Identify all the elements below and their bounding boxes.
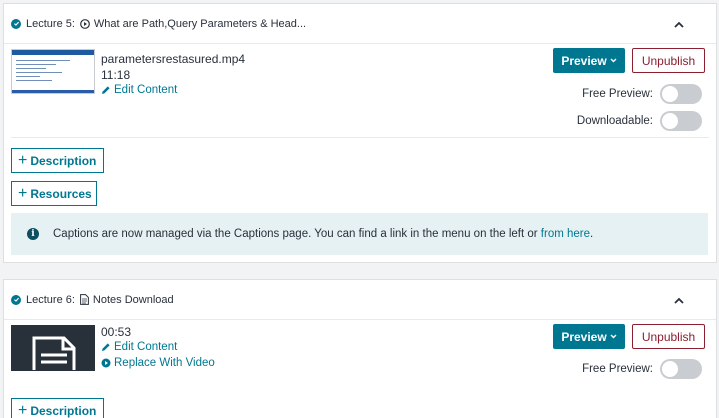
chevron-down-icon (610, 332, 617, 341)
preview-label: Preview (561, 53, 607, 68)
play-circle-icon (101, 358, 111, 368)
play-circle-icon (80, 18, 90, 29)
preview-button[interactable]: Preview (553, 48, 625, 73)
lecture-5-card: Lecture 5: What are Path,Query Parameter… (3, 3, 717, 263)
lecture-6-card: Lecture 6: Notes Download 00:53 Edit Con… (3, 279, 717, 418)
plus-icon: + (18, 151, 28, 169)
chevron-up-icon[interactable] (672, 17, 686, 31)
description-label: Description (30, 403, 97, 418)
lecture-6-header[interactable]: Lecture 6: Notes Download (4, 280, 716, 320)
free-preview-label: Free Preview: (582, 88, 653, 100)
preview-button[interactable]: Preview (553, 324, 625, 349)
duration: 00:53 (101, 325, 132, 339)
file-name: parametersrestasured.mp4 (101, 52, 246, 66)
document-thumbnail[interactable] (11, 325, 95, 371)
downloadable-toggle[interactable] (660, 111, 702, 131)
captions-notice: i Captions are now managed via the Capti… (11, 213, 708, 255)
video-thumbnail[interactable] (11, 49, 95, 94)
edit-content-label: Edit Content (114, 341, 178, 353)
check-circle-icon (11, 18, 21, 29)
lecture-6-content: 00:53 Edit Content Replace With Video Pr… (11, 320, 709, 384)
captions-link[interactable]: from here (541, 228, 590, 240)
add-description-button[interactable]: + Description (11, 148, 104, 173)
free-preview-toggle[interactable] (660, 84, 702, 104)
chevron-up-icon[interactable] (672, 293, 686, 307)
document-icon (80, 294, 89, 305)
check-circle-icon (11, 294, 21, 305)
add-description-button[interactable]: + Description (11, 398, 104, 418)
replace-with-video-label: Replace With Video (114, 357, 215, 369)
free-preview-label: Free Preview: (582, 363, 653, 375)
add-resources-button[interactable]: + Resources (11, 181, 97, 206)
lecture-number: Lecture 5: (26, 17, 75, 30)
description-label: Description (30, 153, 97, 168)
lecture-title: What are Path,Query Parameters & Head... (93, 17, 307, 30)
chevron-down-icon (610, 56, 617, 65)
unpublish-button[interactable]: Unpublish (632, 324, 705, 349)
free-preview-toggle[interactable] (660, 359, 702, 379)
edit-content-link[interactable]: Edit Content (101, 84, 177, 96)
lecture-5-header[interactable]: Lecture 5: What are Path,Query Parameter… (4, 4, 716, 44)
plus-icon: + (18, 401, 28, 418)
info-icon: i (27, 228, 39, 240)
edit-content-link[interactable]: Edit Content (101, 341, 177, 353)
notice-text: Captions are now managed via the Caption… (53, 228, 594, 240)
duration: 11:18 (101, 68, 131, 82)
edit-content-label: Edit Content (114, 84, 178, 96)
plus-icon: + (18, 184, 28, 202)
document-icon (32, 336, 76, 370)
lecture-number: Lecture 6: (26, 293, 75, 306)
downloadable-label: Downloadable: (576, 115, 653, 127)
replace-with-video-link[interactable]: Replace With Video (101, 357, 215, 369)
pencil-icon (102, 86, 110, 94)
pencil-icon (102, 343, 110, 351)
unpublish-button[interactable]: Unpublish (632, 48, 705, 73)
lecture-title: Notes Download (92, 293, 174, 306)
preview-label: Preview (561, 329, 607, 344)
resources-label: Resources (30, 186, 92, 201)
lecture-5-content: parametersrestasured.mp4 11:18 Edit Cont… (11, 44, 709, 138)
